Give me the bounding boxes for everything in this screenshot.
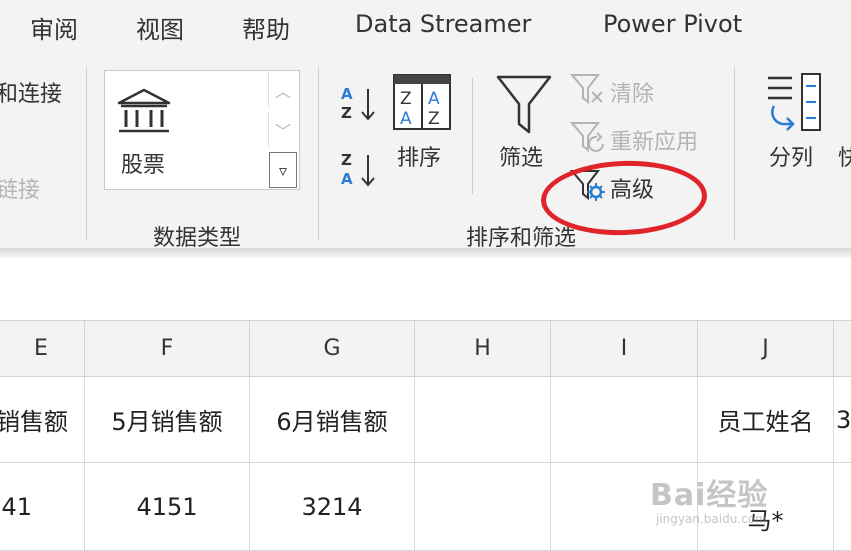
table-cell[interactable] (415, 463, 551, 551)
sort-a-to-z-icon[interactable]: A Z (338, 84, 378, 124)
tab-help[interactable]: 帮助 (242, 10, 290, 45)
clear-button[interactable]: 清除 (610, 76, 654, 108)
table-cell[interactable]: 341 (0, 463, 85, 551)
table-cell[interactable]: 3 (834, 377, 851, 463)
svg-text:A: A (341, 170, 353, 188)
clear-filter-icon (570, 74, 603, 105)
svg-text:A: A (428, 89, 440, 109)
watermark-main-text: Bai经验 (650, 478, 769, 513)
ribbon-shadow (0, 248, 851, 258)
flash-fill-label[interactable]: 快 (838, 140, 851, 172)
tab-data-streamer[interactable]: Data Streamer (355, 10, 531, 38)
reapply-filter-icon (570, 122, 604, 153)
column-header-f[interactable]: F (85, 321, 250, 377)
ribbon-panel: 和连接 链接 股票 ︿ ﹀ ▿ 数据类型 A Z Z A Z A A Z 排序 … (0, 58, 851, 251)
ribbon-tabs: 审阅 视图 帮助 Data Streamer Power Pivot (0, 0, 851, 58)
column-header-i[interactable]: I (551, 321, 698, 377)
table-cell[interactable] (834, 463, 851, 551)
group-separator (86, 68, 87, 240)
table-cell[interactable]: 员工姓名 (698, 377, 834, 463)
sort-button-label[interactable]: 排序 (397, 140, 441, 172)
formula-bar[interactable] (0, 258, 851, 321)
watermark-url-text: jingyan.baidu.com (656, 512, 767, 526)
text-to-columns-label[interactable]: 分列 (769, 140, 813, 172)
sort-z-to-a-icon[interactable]: Z A (338, 150, 378, 190)
reapply-button[interactable]: 重新应用 (610, 124, 698, 156)
sort-dialog-icon[interactable]: Z A A Z (393, 74, 451, 130)
tab-review[interactable]: 审阅 (30, 10, 78, 45)
filter-funnel-icon[interactable] (495, 74, 553, 136)
highlight-ellipse (539, 158, 709, 238)
stocks-label: 股票 (121, 153, 166, 178)
text-to-columns-icon[interactable] (760, 72, 822, 134)
group-separator (318, 68, 319, 240)
table-cell[interactable] (415, 377, 551, 463)
column-header-j[interactable]: J (698, 321, 834, 377)
group-separator (734, 68, 735, 240)
svg-text:A: A (400, 109, 412, 129)
column-header-k[interactable] (834, 321, 851, 377)
svg-text:Z: Z (341, 104, 352, 122)
bank-building-icon (117, 88, 171, 133)
edit-links-button[interactable]: 链接 (0, 172, 40, 204)
svg-text:A: A (341, 85, 353, 103)
tab-view[interactable]: 视图 (136, 10, 184, 45)
inner-separator (472, 78, 473, 194)
table-cell[interactable]: 销售额 (0, 377, 85, 463)
column-header-g[interactable]: G (250, 321, 415, 377)
column-header-h[interactable]: H (415, 321, 551, 377)
table-cell[interactable] (551, 377, 698, 463)
table-cell[interactable]: 5月销售额 (85, 377, 250, 463)
svg-text:Z: Z (341, 151, 352, 169)
svg-text:Z: Z (428, 109, 440, 129)
table-cell[interactable]: 4151 (85, 463, 250, 551)
queries-connections-button[interactable]: 和连接 (0, 76, 62, 108)
baidu-watermark: Bai经验 jingyan.baidu.com (650, 462, 810, 542)
tab-power-pivot[interactable]: Power Pivot (603, 10, 742, 38)
gallery-more-icon[interactable]: ▿ (269, 152, 297, 188)
column-header-e[interactable]: E (0, 321, 85, 377)
gallery-scroll-up-icon[interactable]: ︿ (268, 72, 297, 108)
filter-button-label[interactable]: 筛选 (499, 140, 543, 172)
svg-text:Z: Z (400, 89, 412, 109)
table-cell[interactable]: 3214 (250, 463, 415, 551)
gallery-scroll-down-icon[interactable]: ﹀ (268, 112, 297, 148)
table-cell[interactable]: 6月销售额 (250, 377, 415, 463)
